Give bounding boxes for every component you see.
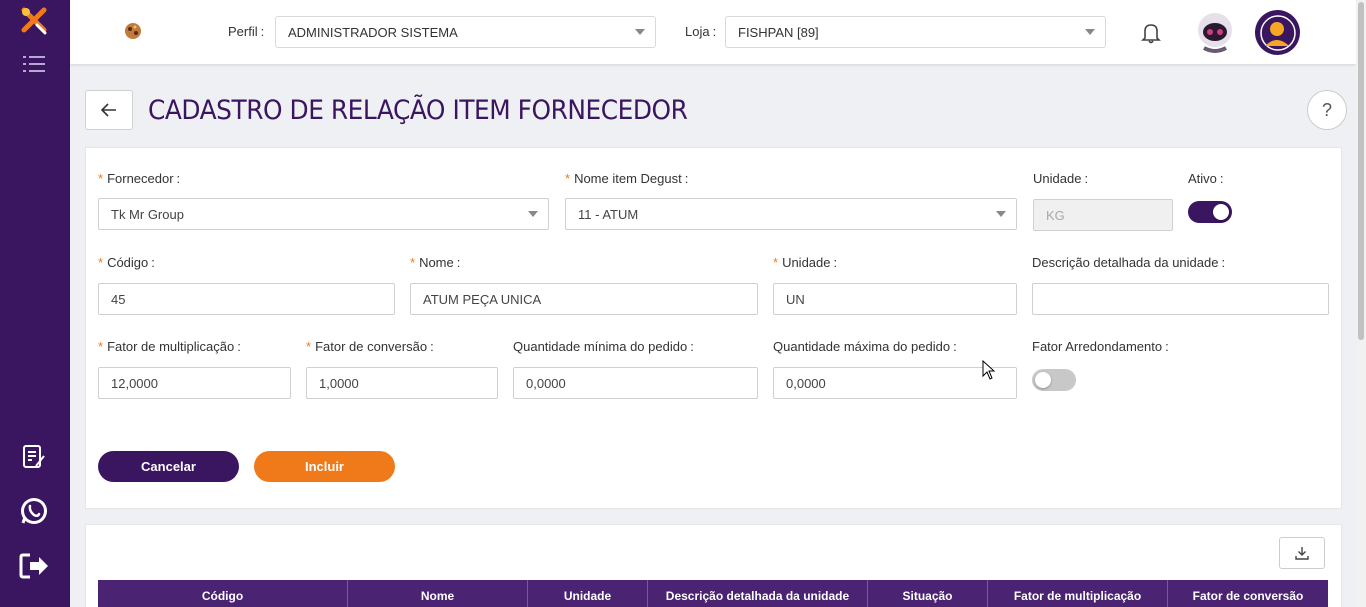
user-avatar[interactable]: [1255, 10, 1300, 55]
perfil-value: ADMINISTRADOR SISTEMA: [288, 25, 458, 40]
menu-icon[interactable]: [16, 46, 52, 82]
unidade-top-field: KG: [1033, 199, 1173, 231]
column-header[interactable]: Descrição detalhada da unidade: [648, 580, 868, 607]
chevron-down-icon: [635, 29, 645, 35]
fator-conv-input[interactable]: 1,0000: [306, 367, 498, 399]
whatsapp-icon[interactable]: [16, 493, 52, 529]
fator-arred-toggle[interactable]: [1032, 369, 1076, 391]
column-header[interactable]: Código: [98, 580, 348, 607]
back-button[interactable]: [85, 90, 133, 130]
codigo-input[interactable]: 45: [98, 283, 395, 315]
column-header[interactable]: Fator de conversão: [1168, 580, 1328, 607]
page-title: CADASTRO DE RELAÇÃO ITEM FORNECEDOR: [148, 95, 688, 126]
nome-input[interactable]: ATUM PEÇA UNICA: [410, 283, 758, 315]
unidade-label: * Unidade:: [773, 255, 838, 270]
chevron-down-icon: [1085, 29, 1095, 35]
scrollbar-thumb[interactable]: [1358, 2, 1364, 340]
unidade-input[interactable]: UN: [773, 283, 1017, 315]
fornecedor-label: * Fornecedor:: [98, 171, 181, 186]
fornecedor-value: Tk Mr Group: [111, 207, 184, 222]
loja-select[interactable]: FISHPAN [89]: [725, 16, 1106, 48]
bell-icon[interactable]: [1141, 22, 1161, 49]
download-icon: [1295, 547, 1309, 560]
nome-item-label: * Nome item Degust:: [565, 171, 689, 186]
chevron-down-icon: [996, 211, 1006, 217]
app-logo-icon[interactable]: [16, 2, 52, 38]
download-button[interactable]: [1279, 537, 1325, 569]
codigo-label: * Código:: [98, 255, 155, 270]
qtd-min-input[interactable]: 0,0000: [513, 367, 758, 399]
fornecedor-select[interactable]: Tk Mr Group: [98, 198, 549, 230]
user-icon: [1259, 14, 1296, 51]
column-header[interactable]: Fator de multiplicação: [988, 580, 1168, 607]
toggle-knob: [1035, 372, 1051, 388]
unidade-top-label: Unidade:: [1033, 171, 1089, 186]
report-icon[interactable]: [16, 439, 52, 475]
descricao-input[interactable]: [1032, 283, 1329, 315]
fator-mult-input[interactable]: 12,0000: [98, 367, 291, 399]
company-logo-icon: [122, 20, 144, 47]
incluir-button[interactable]: Incluir: [254, 451, 395, 482]
mouse-cursor-icon: [982, 359, 996, 385]
nome-item-select[interactable]: 11 - ATUM: [565, 198, 1017, 230]
qtd-max-input[interactable]: 0,0000: [773, 367, 1017, 399]
qtd-max-label: Quantidade máxima do pedido:: [773, 339, 957, 354]
sidebar: [0, 0, 70, 607]
ativo-label: Ativo:: [1188, 171, 1224, 186]
column-header[interactable]: Nome: [348, 580, 528, 607]
perfil-select[interactable]: ADMINISTRADOR SISTEMA: [275, 16, 656, 48]
help-button[interactable]: ?: [1307, 90, 1347, 130]
robot-avatar-icon[interactable]: [1194, 10, 1236, 59]
logout-icon[interactable]: [16, 548, 52, 584]
arrow-left-icon: [101, 103, 116, 117]
column-header[interactable]: Situação: [868, 580, 988, 607]
fator-arred-label: Fator Arredondamento:: [1032, 339, 1169, 354]
loja-value: FISHPAN [89]: [738, 25, 819, 40]
qtd-min-label: Quantidade mínima do pedido:: [513, 339, 694, 354]
perfil-label: Perfil:: [228, 24, 265, 39]
fator-mult-label: * Fator de multiplicação:: [98, 339, 241, 354]
chevron-down-icon: [528, 211, 538, 217]
nome-label: * Nome:: [410, 255, 461, 270]
nome-item-value: 11 - ATUM: [578, 207, 639, 222]
toggle-knob: [1213, 204, 1229, 220]
table-header: Código Nome Unidade Descrição detalhada …: [98, 580, 1328, 607]
descricao-label: Descrição detalhada da unidade:: [1032, 255, 1226, 270]
top-header: Perfil: ADMINISTRADOR SISTEMA Loja: FISH…: [70, 0, 1356, 64]
fator-conv-label: * Fator de conversão:: [306, 339, 434, 354]
column-header[interactable]: Unidade: [528, 580, 648, 607]
cancel-button[interactable]: Cancelar: [98, 451, 239, 482]
ativo-toggle[interactable]: [1188, 201, 1232, 223]
loja-label: Loja:: [685, 24, 717, 39]
